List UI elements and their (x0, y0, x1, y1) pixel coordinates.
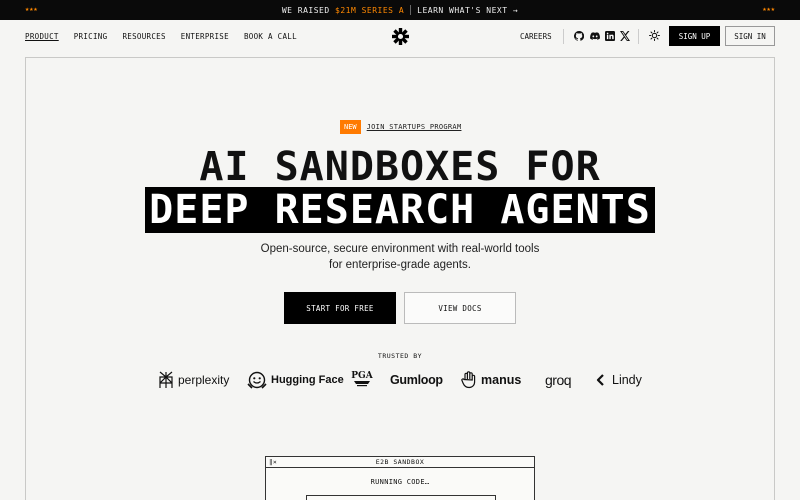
x-twitter-icon[interactable] (620, 31, 630, 41)
logo-hugging-face: Hugging Face (247, 370, 344, 390)
pga-crest-icon: PGA (351, 371, 373, 387)
raised-prefix: WE RAISED (281, 6, 336, 15)
main-navigation: PRODUCT PRICING RESOURCES ENTERPRISE BOO… (0, 20, 800, 52)
startups-program-link[interactable]: JOIN STARTUPS PROGRAM (367, 123, 462, 131)
manus-hand-icon (461, 371, 476, 389)
sandbox-titlebar: ‖× E2B SANDBOX (266, 457, 534, 468)
hero-subtitle: Open-source, secure environment with rea… (0, 241, 800, 273)
lindy-chevron-icon (596, 374, 604, 386)
nav-divider (563, 29, 564, 44)
logo-lindy: Lindy (596, 370, 642, 390)
hugging-face-icon (247, 371, 267, 389)
nav-divider (638, 29, 639, 44)
sandbox-progress-bar (306, 495, 496, 500)
sign-in-button[interactable]: SIGN IN (725, 26, 775, 46)
sandbox-title: E2B SANDBOX (375, 458, 425, 466)
nav-link-careers[interactable]: CAREERS (520, 32, 552, 41)
e2b-logo-icon[interactable] (392, 28, 409, 45)
hero-subtitle-line-2: for enterprise-grade agents. (329, 259, 471, 271)
logo-text-gumloop: Gumloop (390, 373, 443, 387)
nav-link-resources[interactable]: RESOURCES (122, 32, 165, 41)
linkedin-icon[interactable] (605, 31, 615, 41)
trusted-by-label: TRUSTED BY (377, 352, 423, 360)
e2b-sandbox-window: ‖× E2B SANDBOX RUNNING CODE… (265, 456, 535, 500)
learn-more-link[interactable]: LEARN WHAT'S NEXT → (417, 6, 518, 15)
nav-link-product[interactable]: PRODUCT (25, 32, 59, 41)
new-badge: NEW (340, 120, 361, 134)
nav-link-enterprise[interactable]: ENTERPRISE (181, 32, 229, 41)
logo-perplexity: perplexity (158, 370, 229, 390)
announcement-banner[interactable]: ★★★ WE RAISED $21M SERIES A LEARN WHAT'S … (0, 0, 800, 20)
logo-text-groq: groq (545, 372, 572, 388)
sign-up-button[interactable]: SIGN UP (669, 26, 720, 46)
github-icon[interactable] (574, 31, 584, 41)
banner-divider (410, 5, 412, 15)
hero-title-line-2: DEEP RESEARCH AGENTS (0, 187, 800, 233)
logo-pga: PGA (351, 368, 373, 388)
logo-groq: groq (545, 370, 572, 390)
hero-title-line-1: AI SANDBOXES FOR (0, 147, 800, 187)
logo-manus: manus (461, 370, 521, 390)
hero-subtitle-line-1: Open-source, secure environment with rea… (260, 243, 540, 255)
nav-links: PRODUCT PRICING RESOURCES ENTERPRISE BOO… (25, 32, 297, 41)
logo-text-perplexity: perplexity (178, 373, 230, 387)
logo-text-hugging-face: Hugging Face (271, 374, 344, 386)
discord-icon[interactable] (590, 31, 600, 41)
raised-amount: $21M SERIES A (335, 6, 405, 15)
hero-title-text-2-highlighted: DEEP RESEARCH AGENTS (145, 187, 655, 233)
logo-gumloop: Gumloop (390, 370, 443, 390)
announcement-message[interactable]: WE RAISED $21M SERIES A LEARN WHAT'S NEXT… (0, 5, 800, 15)
start-for-free-button[interactable]: START FOR FREE (284, 292, 396, 324)
logo-text-lindy: Lindy (612, 373, 642, 387)
nav-link-book-a-call[interactable]: BOOK A CALL (244, 32, 297, 41)
startups-program-badge[interactable]: NEW JOIN STARTUPS PROGRAM (340, 120, 461, 134)
view-docs-button[interactable]: VIEW DOCS (404, 292, 516, 324)
nav-link-pricing[interactable]: PRICING (74, 32, 108, 41)
stars-decoration-right: ★★★ (762, 5, 775, 13)
theme-toggle-sun-icon[interactable] (649, 30, 660, 41)
logo-text-manus: manus (481, 373, 522, 387)
logo-text-pga: PGA (351, 371, 373, 381)
hero-title-text-1: AI SANDBOXES FOR (199, 144, 601, 190)
sandbox-status: RUNNING CODE… (370, 478, 430, 486)
perplexity-icon (159, 371, 173, 388)
